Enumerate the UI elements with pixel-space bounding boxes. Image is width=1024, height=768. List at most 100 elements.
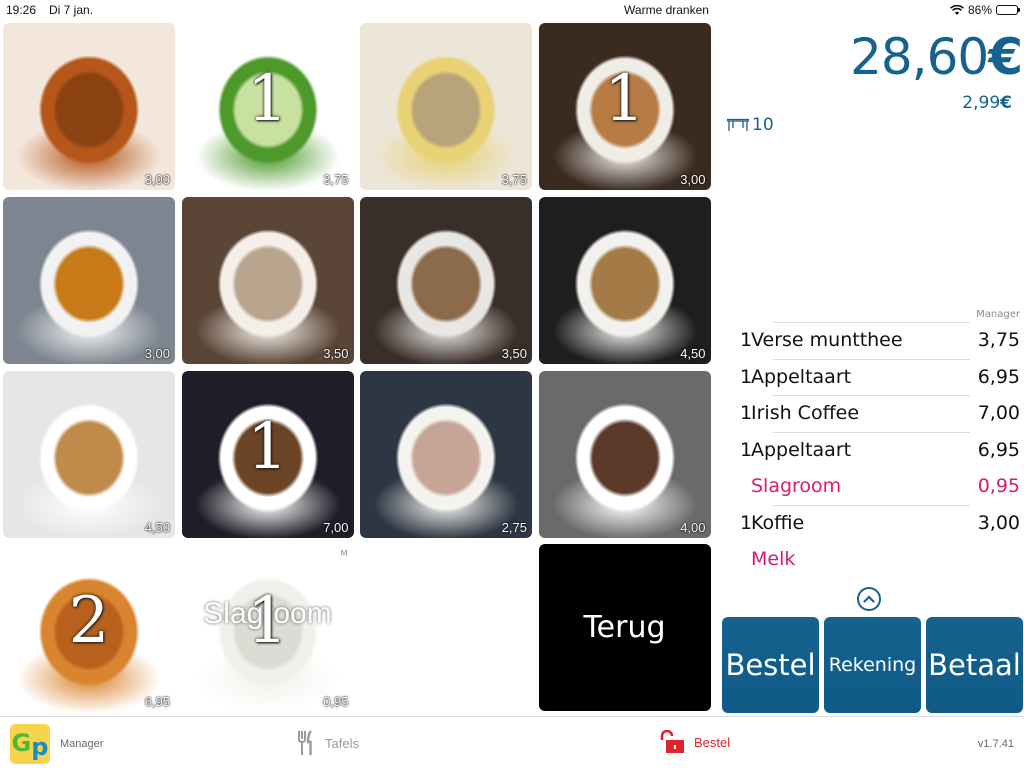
order-line[interactable]: 1 Appeltaart 6,95 — [721, 358, 1024, 396]
product-tile[interactable]: 3,00 — [3, 23, 175, 190]
order-line-name: Slagroom — [751, 475, 842, 498]
product-tile[interactable]: 3,00 — [3, 197, 175, 364]
order-line-name-group: 1 Appeltaart — [740, 366, 851, 388]
tab-order-label: Bestel — [694, 734, 731, 750]
order-line-name: Verse muntthee — [751, 329, 903, 352]
order-line-name-group: 1 Irish Coffee — [740, 402, 859, 424]
subtotal-currency: € — [1000, 93, 1012, 113]
product-quantity-badge: 1 — [247, 584, 288, 658]
table-number: 10 — [752, 115, 774, 135]
back-button-label: Terug — [583, 610, 666, 645]
product-tile[interactable]: 4,50 — [538, 197, 711, 364]
order-line[interactable]: 1 Irish Coffee 7,00 — [721, 395, 1024, 432]
product-tile[interactable]: 2 6,95 — [3, 545, 175, 712]
product-tile[interactable]: 4,50 — [3, 371, 175, 538]
order-line-name-group: Melk — [751, 548, 795, 570]
coffee-milk-image — [538, 197, 711, 364]
product-tile[interactable]: Slagroom 1 M 0,95 — [181, 545, 354, 712]
latte-glass-image — [360, 197, 532, 364]
product-price: 3,50 — [323, 346, 349, 361]
product-price: 4,50 — [680, 346, 706, 361]
chai-image — [360, 371, 532, 538]
total-amount: 28,60 — [850, 28, 989, 86]
order-line-name: Irish Coffee — [751, 402, 860, 425]
product-tile[interactable]: 1 3,75 — [181, 23, 354, 190]
latte-macchiato-image — [3, 371, 175, 538]
order-line[interactable]: 1 Appeltaart 6,95 — [721, 431, 1024, 469]
table-indicator[interactable]: 10 — [726, 115, 774, 135]
order-modifier-row[interactable]: Slagroom 0,95 — [721, 468, 1024, 505]
logo-letter-g: G — [11, 729, 32, 757]
subtotal-amount: 2,99 — [962, 93, 1001, 113]
chevron-up-icon — [863, 595, 875, 603]
order-line-name-group: 1 Verse muntthee — [740, 329, 903, 351]
order-line-quantity: 1 — [740, 402, 753, 425]
tab-tables[interactable]: Tafels — [298, 730, 359, 756]
order-line-name-group: 1 Koffie — [740, 512, 804, 534]
hot-chocolate-image — [538, 371, 711, 538]
product-quantity-badge: 2 — [68, 584, 110, 658]
order-line[interactable]: 1 Verse muntthee 3,75 — [721, 322, 1024, 359]
product-price: 2,75 — [501, 520, 527, 535]
product-price: 4,00 — [680, 520, 706, 535]
order-line[interactable]: 1 Koffie 3,00 — [721, 504, 1024, 542]
scroll-up-button[interactable] — [857, 587, 881, 611]
action-buttons: Bestel Rekening Betaal — [722, 617, 1023, 713]
order-panel: 28,60€ 2,99€ 10 Manager 1 Verse muntthee 3… — [721, 20, 1024, 715]
status-right: 86% — [950, 3, 1020, 17]
product-tile[interactable]: 3,50 — [181, 197, 354, 364]
battery-icon — [996, 5, 1020, 15]
fork-knife-icon — [298, 730, 312, 755]
product-price: 3,00 — [680, 172, 706, 187]
total-currency: € — [988, 28, 1023, 86]
product-quantity-badge: 1 — [247, 62, 288, 136]
product-quantity-badge: 1 — [604, 62, 645, 136]
app-version: v1.7.41 — [977, 738, 1014, 750]
product-price: 3,75 — [323, 172, 349, 187]
order-line-price: 3,75 — [977, 329, 1020, 352]
order-line-price: 6,95 — [977, 438, 1020, 461]
product-price: 7,00 — [323, 520, 349, 535]
product-tile[interactable]: 1 3,00 — [538, 23, 711, 190]
bill-button[interactable]: Rekening — [824, 617, 921, 713]
status-bar: 19:26 Di 7 jan. Warme dranken 86% — [0, 0, 1024, 20]
order-subtotal: 2,99€ — [962, 93, 1012, 113]
product-mark: M — [340, 549, 348, 558]
back-button[interactable]: Terug — [538, 544, 711, 711]
ginger-tea-image — [360, 23, 532, 190]
product-tile[interactable]: 3,50 — [360, 197, 532, 364]
pay-button[interactable]: Betaal — [926, 617, 1023, 713]
unlocked-lock-icon — [660, 730, 684, 753]
order-modifier-row[interactable]: Melk — [721, 541, 1024, 578]
order-line-quantity: 1 — [740, 511, 753, 534]
product-price: 3,00 — [144, 172, 170, 187]
product-price: 3,50 — [501, 346, 527, 361]
product-tile[interactable]: 4,00 — [538, 371, 711, 538]
order-line-price: 0,95 — [977, 475, 1020, 498]
wifi-icon — [950, 5, 964, 15]
app-logo: GP — [10, 724, 50, 764]
order-line-price: 3,00 — [977, 511, 1020, 534]
order-button[interactable]: Bestel — [722, 617, 819, 713]
product-tile[interactable]: 2,75 — [360, 371, 532, 538]
order-line-quantity: 1 — [740, 365, 753, 388]
product-price: 3,75 — [501, 172, 527, 187]
product-grid: 3,00 1 3,75 3,75 1 3,00 3,00 3,50 3,50 4,50 4,50 1 7… — [3, 23, 715, 715]
category-title: Warme dranken — [624, 3, 709, 17]
order-line-name: Melk — [751, 548, 796, 571]
order-line-price: 6,95 — [977, 365, 1020, 388]
order-line-price: 7,00 — [977, 402, 1020, 425]
tab-tables-label: Tafels — [325, 735, 359, 751]
order-line-name-group: 1 Appeltaart — [740, 439, 851, 461]
battery-percent: 86% — [967, 3, 992, 17]
logo-letter-p: P — [31, 733, 49, 761]
product-tile[interactable]: 3,75 — [360, 23, 532, 190]
product-quantity-badge: 1 — [247, 410, 288, 484]
order-line-name-group: Slagroom — [751, 475, 841, 497]
order-list[interactable]: 1 Verse muntthee 3,75 1 Appeltaart 6,95 1 Irish… — [721, 322, 1024, 578]
tab-order[interactable]: Bestel — [659, 730, 730, 754]
espresso-image — [3, 197, 175, 364]
product-price: 3,00 — [144, 346, 170, 361]
product-price: 4,50 — [144, 520, 170, 535]
product-tile[interactable]: 1 7,00 — [181, 371, 354, 538]
